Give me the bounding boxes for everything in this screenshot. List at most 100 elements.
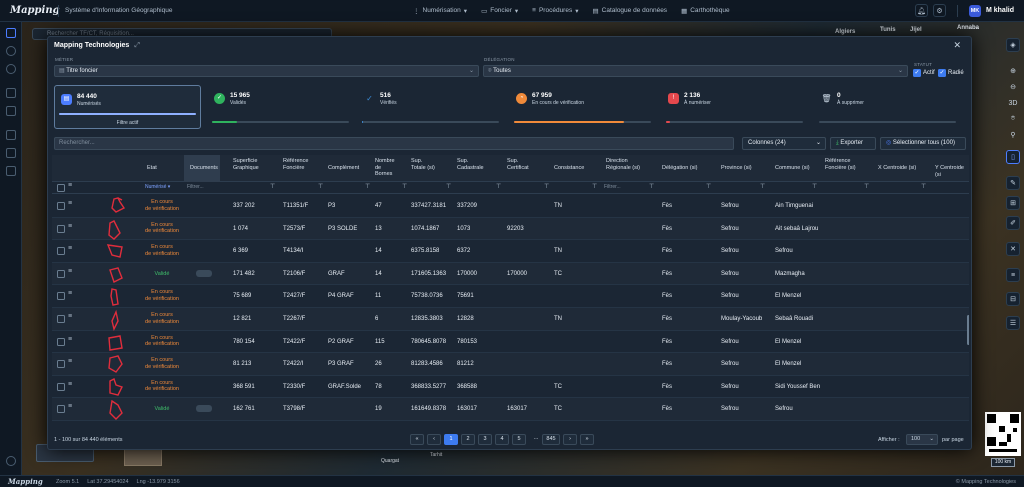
page-size-select[interactable]: 100 ⌄ [906,434,938,445]
radie-checkbox[interactable]: ✓ Radié [938,69,964,77]
stat-card-en-cours[interactable]: ◔ 67 959 En cours de vérification [510,85,657,129]
list-icon[interactable]: ≡ [1006,268,1020,282]
page-button-3[interactable]: 3 [478,434,492,445]
location-icon[interactable] [6,46,16,56]
menu-icon[interactable]: ≡ [68,290,72,297]
walk-icon[interactable]: ⚲ [1006,128,1020,142]
col-header-reference[interactable]: Référence Foncière [283,158,315,171]
row-checkbox[interactable] [57,360,65,369]
stat-card-a-supprimer[interactable]: 🗑︎ 0 À supprimer [815,85,962,129]
layers-icon[interactable] [6,106,16,116]
avatar[interactable]: MK [968,4,981,17]
parcel-shape-thumbnail[interactable] [104,264,126,286]
grid-icon[interactable] [6,148,16,158]
row-checkbox[interactable] [57,405,65,414]
filter-icon[interactable]: ⊤ [446,183,451,190]
direction-filter-input[interactable]: Filtrer... [604,184,621,190]
pin-icon[interactable]: ⌾ [1006,112,1020,126]
menu-icon[interactable]: ≡ [68,313,72,320]
app-logo[interactable]: Mapping [0,5,60,16]
target-icon[interactable] [6,64,16,74]
col-header-province[interactable]: Province (si) [721,165,752,172]
note-icon[interactable]: ✐ [1006,216,1020,230]
row-checkbox[interactable] [57,315,65,323]
row-checkbox[interactable] [57,292,65,301]
page-button-1[interactable]: 1 [444,434,458,445]
menu-icon[interactable]: ≡ [68,336,72,343]
filter-icon[interactable]: ⊤ [864,183,869,190]
table-row[interactable]: ≡ En cours de vérification 337 202 T11351… [52,195,969,218]
menu-icon[interactable]: ≡ [68,200,72,207]
chart-icon[interactable] [6,166,16,176]
prev-page-button[interactable]: ‹ [427,434,441,445]
select-all-button[interactable]: ◎ Sélectionner tous (100) [880,137,966,150]
filter-icon[interactable]: ⊤ [921,183,926,190]
delegation-select[interactable]: ⌾ Toutes ⌄ [483,65,908,77]
col-header-ref-fonciere-si[interactable]: Référence Foncière (si) [825,158,865,171]
row-checkbox[interactable] [57,337,65,346]
documents-toggle[interactable] [196,269,212,277]
table-row[interactable]: ≡ En cours de vérification 81 213 T2422/I… [52,353,969,376]
col-header-commune[interactable]: Commune (si) [775,165,810,172]
page-button-4[interactable]: 4 [495,434,509,445]
filter-icon[interactable]: ⊤ [592,183,597,190]
row-checkbox[interactable] [57,269,65,278]
filter-icon[interactable]: ⊤ [706,183,711,190]
menu-icon[interactable]: ≡ [68,358,72,365]
row-checkbox[interactable] [57,224,65,233]
user-name[interactable]: M khalid [986,7,1014,14]
nav-cartotheque[interactable]: ▦ Carthothèque [681,7,730,15]
table-row[interactable]: ≡ Validé 162 761 T3798/F 19 161649.8378 … [52,398,969,421]
menu-icon[interactable]: ≡ [68,182,72,189]
gear-icon[interactable]: ⚙ [932,4,946,17]
select-all-checkbox[interactable] [57,184,65,192]
table-row[interactable]: ≡ En cours de vérification 1 074 T2573/F … [52,217,969,241]
next-page-button[interactable]: › [563,434,577,445]
parcel-shape-thumbnail[interactable] [104,377,126,399]
filter-icon[interactable]: ⊤ [270,183,275,190]
table-row[interactable]: ≡ En cours de vérification 75 689 T2427/F… [52,285,969,308]
parcel-shape-thumbnail[interactable] [104,354,126,376]
table-row[interactable]: ≡ Validé 171 482 T2106/F GRAF 14 171605.… [52,262,969,286]
nav-catalogue[interactable]: ▤ Catalogue de données [592,7,667,15]
menu-icon[interactable]: ≡ [68,403,72,410]
zoom-out-icon[interactable]: ⊖ [1006,80,1020,94]
col-header-sup-certificat[interactable]: Sup. Certificat [507,158,537,171]
page-button-last[interactable]: 845 [542,434,560,445]
col-header-documents[interactable]: Documents [190,165,218,172]
col-header-sup-totale[interactable]: Sup. Totale (si) [411,158,437,171]
col-header-complement[interactable]: Complément [328,165,359,172]
first-page-button[interactable]: « [410,434,424,445]
last-page-button[interactable]: » [580,434,594,445]
documents-filter-input[interactable]: Filtrer... [187,184,204,190]
page-button-5[interactable]: 5 [512,434,526,445]
close-icon[interactable]: ✕ [1006,242,1020,256]
menu-icon[interactable]: ≡ [68,223,72,230]
documents-toggle[interactable] [196,405,212,413]
columns-button[interactable]: Colonnes (24) ⌄ [742,137,826,150]
parcel-shape-thumbnail[interactable] [104,309,126,331]
filter-icon[interactable]: ⊤ [812,183,817,190]
shield-icon[interactable] [6,456,16,466]
filter-icon[interactable]: ⊤ [318,183,323,190]
col-header-superficie[interactable]: Superficie Graphique [233,158,265,171]
actif-checkbox[interactable]: ✓ Actif [913,69,935,77]
col-header-etat[interactable]: Etat [147,165,157,172]
table-row[interactable]: ≡ En cours de vérification 368 591 T2330/… [52,376,969,399]
sort-dropdown[interactable]: Numérisé ▾ [145,184,170,190]
measure-icon[interactable]: ⊞ [1006,196,1020,210]
parcel-shape-thumbnail[interactable] [104,332,126,354]
table-row[interactable]: ≡ En cours de vérification 6 369 T4134/I … [52,240,969,263]
col-header-x-centroide[interactable]: X Centroide (si) [878,165,916,172]
filter-icon[interactable]: ⊤ [760,183,765,190]
3d-icon[interactable]: 3D [1006,96,1020,110]
filter-icon[interactable]: ⊤ [496,183,501,190]
parcel-shape-thumbnail[interactable] [104,399,126,421]
zoom-in-icon[interactable]: ⊕ [1006,64,1020,78]
table-search-input[interactable]: Rechercher... [54,137,734,150]
col-header-bornes[interactable]: Nombre de Bornes [375,158,397,178]
filter-icon[interactable]: ⊤ [649,183,654,190]
col-header-sup-cadastrale[interactable]: Sup. Cadastrale [457,158,487,171]
col-header-direction[interactable]: Direction Régionale (si) [606,158,646,171]
stat-card-a-numeriser[interactable]: ! 2 136 À numériser [662,85,809,129]
